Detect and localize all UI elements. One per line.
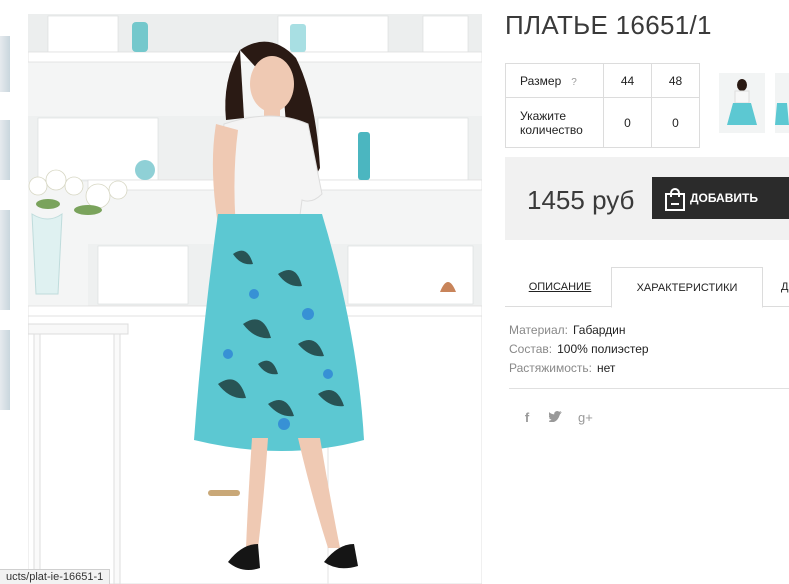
- characteristic-value: 100% полиэстер: [557, 342, 649, 356]
- googleplus-icon[interactable]: g+: [578, 410, 593, 425]
- gallery-thumbnail[interactable]: [0, 210, 10, 310]
- tab-characteristics[interactable]: ХАРАКТЕРИСТИКИ: [611, 267, 763, 308]
- size-quantity-table: Размер? 44 48 Укажите количество 0 0: [505, 63, 700, 148]
- price-panel: 1455 руб ДОБАВИТЬ: [505, 157, 789, 240]
- tab-description[interactable]: ОПИСАНИЕ: [517, 267, 603, 307]
- help-icon[interactable]: ?: [571, 77, 577, 88]
- side-thumbnail[interactable]: [719, 73, 765, 133]
- gallery-thumbnail[interactable]: [0, 120, 10, 180]
- thumbnail-strip: [0, 0, 12, 584]
- social-share: f g+: [520, 410, 593, 425]
- quantity-input-44[interactable]: 0: [603, 97, 652, 148]
- characteristic-row: Растяжимость: нет: [509, 359, 649, 378]
- characteristic-row: Состав: 100% полиэстер: [509, 340, 649, 359]
- characteristics-list: Материал: Габардин Состав: 100% полиэстер …: [509, 321, 649, 378]
- characteristic-row: Материал: Габардин: [509, 321, 649, 340]
- thumbnail-image: [775, 73, 789, 133]
- thumbnail-image: [719, 73, 765, 133]
- facebook-icon[interactable]: f: [520, 410, 534, 425]
- product-title: ПЛАТЬЕ 16651/1: [505, 10, 712, 40]
- characteristic-key: Состав:: [509, 342, 553, 356]
- shopping-bag-icon: [665, 188, 685, 211]
- size-label: Размер: [520, 73, 562, 88]
- product-tabs: ОПИСАНИЕ ХАРАКТЕРИСТИКИ Д: [505, 267, 789, 308]
- characteristic-key: Материал:: [509, 323, 568, 337]
- product-photo-illustration: [28, 14, 482, 584]
- size-label-cell: Размер?: [505, 63, 604, 98]
- add-to-cart-label: ДОБАВИТЬ: [690, 191, 758, 205]
- gallery-thumbnail[interactable]: [0, 330, 10, 410]
- quantity-label: Укажите количество: [505, 97, 604, 148]
- characteristic-key: Растяжимость:: [509, 361, 593, 375]
- status-bar-url: ucts/plat-ie-16651-1: [0, 569, 111, 584]
- twitter-bird-glyph: [547, 411, 562, 423]
- size-option-44[interactable]: 44: [603, 63, 652, 98]
- quantity-input-48[interactable]: 0: [651, 97, 700, 148]
- twitter-icon[interactable]: [547, 410, 563, 425]
- tab-partial[interactable]: Д: [781, 267, 789, 307]
- divider: [509, 388, 789, 389]
- gallery-thumbnail[interactable]: [0, 36, 10, 92]
- size-option-48[interactable]: 48: [651, 63, 700, 98]
- characteristic-value: нет: [597, 361, 616, 375]
- side-thumbnail[interactable]: [775, 73, 789, 133]
- characteristic-value: Габардин: [572, 323, 626, 337]
- product-main-image[interactable]: [28, 14, 482, 584]
- product-price: 1455 руб: [527, 185, 635, 215]
- add-to-cart-button[interactable]: ДОБАВИТЬ: [652, 177, 789, 219]
